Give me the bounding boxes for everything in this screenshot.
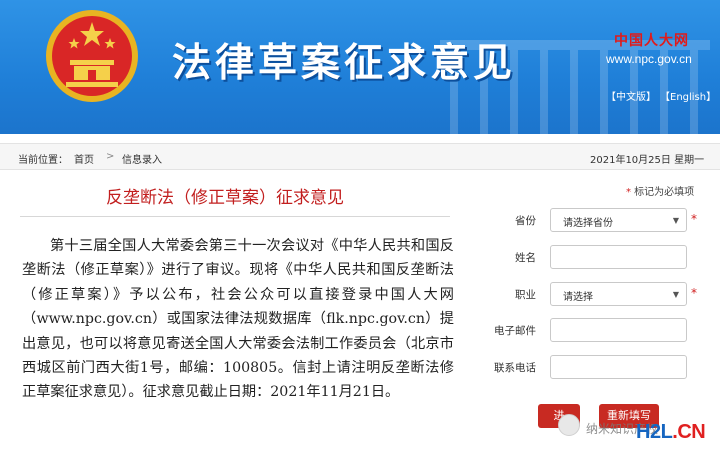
page-title: 反垄断法（修正草案）征求意见 — [106, 188, 344, 208]
current-date: 2021年10月25日 星期一 — [590, 155, 705, 166]
job-label: 职业 — [515, 289, 536, 301]
header-banner: 法律草案征求意见 中国人大网 www.npc.gov.cn 【中文版】 【Eng… — [0, 0, 720, 134]
title-divider — [20, 216, 450, 217]
email-field[interactable] — [550, 318, 687, 342]
page: { "header": { "site_title": "法律草案征求意见", … — [0, 0, 720, 459]
breadcrumb-home-link[interactable]: 首页 — [74, 151, 94, 166]
breadcrumb-current: 信息录入 — [122, 155, 162, 166]
wechat-icon — [558, 414, 580, 436]
chevron-down-icon: ▼ — [672, 290, 679, 299]
article-body: 第十三届全国人大常委会第三十一次会议对《中华人民共和国反垄断法（修正草案）》进行… — [22, 238, 454, 401]
required-note: * 标记为必填项 — [626, 183, 694, 198]
lang-english-link[interactable]: 【English】 — [660, 88, 716, 103]
province-label: 省份 — [515, 215, 536, 227]
watermark-logo: H2L.CN — [636, 421, 706, 444]
required-note-text: 标记为必填项 — [631, 187, 695, 198]
npc-logo[interactable]: 中国人大网 — [614, 30, 689, 50]
province-required-star: * — [691, 212, 697, 226]
site-title: 法律草案征求意见 — [172, 40, 517, 86]
lang-chinese-link[interactable]: 【中文版】 — [606, 88, 656, 103]
national-emblem-icon — [46, 10, 138, 102]
watermark-logo-b: .CN — [672, 421, 706, 443]
job-required-star: * — [691, 286, 697, 300]
breadcrumb: 当前位置： 首页 > 信息录入 2021年10月25日 星期一 — [0, 143, 720, 170]
phone-field[interactable] — [550, 355, 687, 379]
watermark-logo-a: H2L — [636, 421, 673, 443]
province-select[interactable]: 请选择省份 ▼ — [550, 208, 687, 232]
chevron-down-icon: ▼ — [672, 216, 679, 225]
name-input[interactable] — [550, 245, 687, 269]
phone-label: 联系电话 — [494, 362, 536, 374]
npc-url[interactable]: www.npc.gov.cn — [606, 52, 692, 66]
email-label: 电子邮件 — [494, 325, 536, 337]
name-label: 姓名 — [515, 252, 536, 264]
job-select-value: 请选择 — [563, 292, 593, 303]
breadcrumb-separator-icon: > — [106, 151, 115, 162]
province-select-value: 请选择省份 — [563, 218, 613, 229]
breadcrumb-label: 当前位置： — [18, 155, 68, 166]
job-select[interactable]: 请选择 ▼ — [550, 282, 687, 306]
